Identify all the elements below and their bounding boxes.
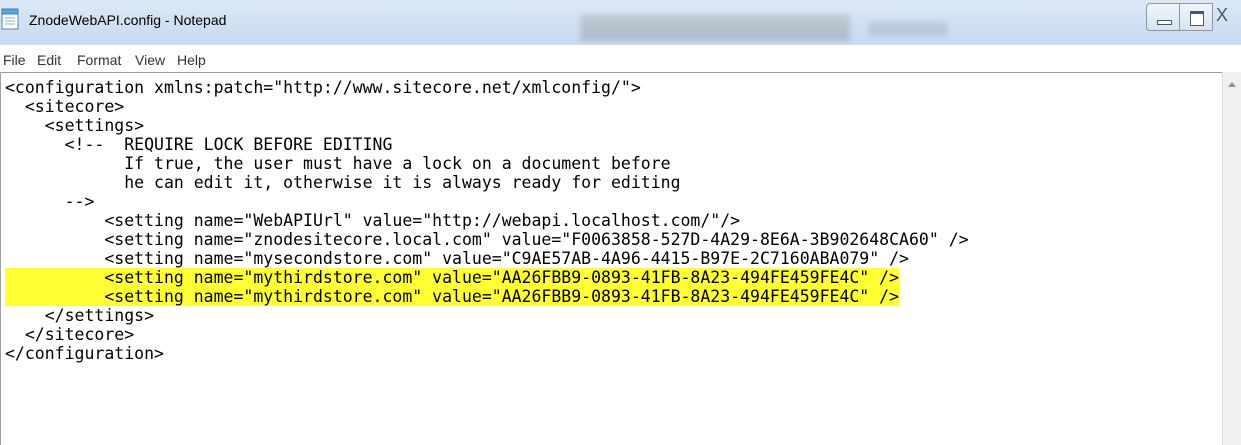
code-line: <sitecore> <box>5 97 969 116</box>
code-line: <!-- REQUIRE LOCK BEFORE EDITING <box>5 135 969 154</box>
minimize-icon <box>1157 20 1172 25</box>
code-line: </sitecore> <box>5 325 969 344</box>
code-line-text: --> <box>5 192 95 211</box>
notepad-icon <box>1 8 19 30</box>
blurred-region-small <box>868 22 948 36</box>
notepad-window: ZnodeWebAPI.config - Notepad X File Edit… <box>0 0 1241 445</box>
code-line-text: <setting name="WebAPIUrl" value="http://… <box>5 211 741 230</box>
code-line: </settings> <box>5 306 969 325</box>
code-line-text: <setting name="mythirdstore.com" value="… <box>5 268 900 287</box>
menu-help[interactable]: Help <box>177 51 206 69</box>
maximize-button[interactable] <box>1179 3 1213 31</box>
code-line-text: </settings> <box>5 306 155 325</box>
vertical-scrollbar[interactable] <box>1222 72 1241 445</box>
code-line: If true, the user must have a lock on a … <box>5 154 969 173</box>
code-line: <setting name="mysecondstore.com" value=… <box>5 249 969 268</box>
code-line: <settings> <box>5 116 969 135</box>
code-line-text: <setting name="mysecondstore.com" value=… <box>5 249 909 268</box>
title-bar[interactable]: ZnodeWebAPI.config - Notepad X <box>0 0 1241 44</box>
code-line-text: <sitecore> <box>5 97 125 116</box>
editor-content: <configuration xmlns:patch="http://www.s… <box>5 78 969 363</box>
minimize-button[interactable] <box>1146 3 1180 31</box>
highlighted-code-line: <setting name="mythirdstore.com" value="… <box>5 268 969 287</box>
menu-view[interactable]: View <box>135 51 165 69</box>
menu-bar: File Edit Format View Help <box>0 44 1241 73</box>
code-line: <setting name="znodesitecore.local.com" … <box>5 230 969 249</box>
close-icon: X <box>1216 5 1229 25</box>
code-line-text: <!-- REQUIRE LOCK BEFORE EDITING <box>5 135 393 154</box>
code-line-text: <setting name="znodesitecore.local.com" … <box>5 230 969 249</box>
code-line-text: </configuration> <box>5 344 164 363</box>
text-editor[interactable]: <configuration xmlns:patch="http://www.s… <box>0 72 1222 445</box>
menu-edit[interactable]: Edit <box>37 51 61 69</box>
code-line-text: he can edit it, otherwise it is always r… <box>5 173 681 192</box>
code-line-text: </sitecore> <box>5 325 135 344</box>
code-line-text: <settings> <box>5 116 145 135</box>
code-line-text: If true, the user must have a lock on a … <box>5 154 671 173</box>
menu-file[interactable]: File <box>3 51 26 69</box>
menu-format[interactable]: Format <box>77 51 121 69</box>
code-line: <configuration xmlns:patch="http://www.s… <box>5 78 969 97</box>
code-line-text: <setting name="mythirdstore.com" value="… <box>5 287 900 306</box>
blurred-region <box>580 15 850 41</box>
maximize-icon <box>1190 11 1204 26</box>
highlighted-code-line: <setting name="mythirdstore.com" value="… <box>5 287 969 306</box>
scroll-up-arrow-icon[interactable] <box>1228 82 1236 87</box>
code-line: <setting name="WebAPIUrl" value="http://… <box>5 211 969 230</box>
window-title: ZnodeWebAPI.config - Notepad <box>29 12 227 28</box>
close-button[interactable]: X <box>1212 3 1241 31</box>
code-line-text: <configuration xmlns:patch="http://www.s… <box>5 78 641 97</box>
code-line: he can edit it, otherwise it is always r… <box>5 173 969 192</box>
code-line: </configuration> <box>5 344 969 363</box>
code-line: --> <box>5 192 969 211</box>
